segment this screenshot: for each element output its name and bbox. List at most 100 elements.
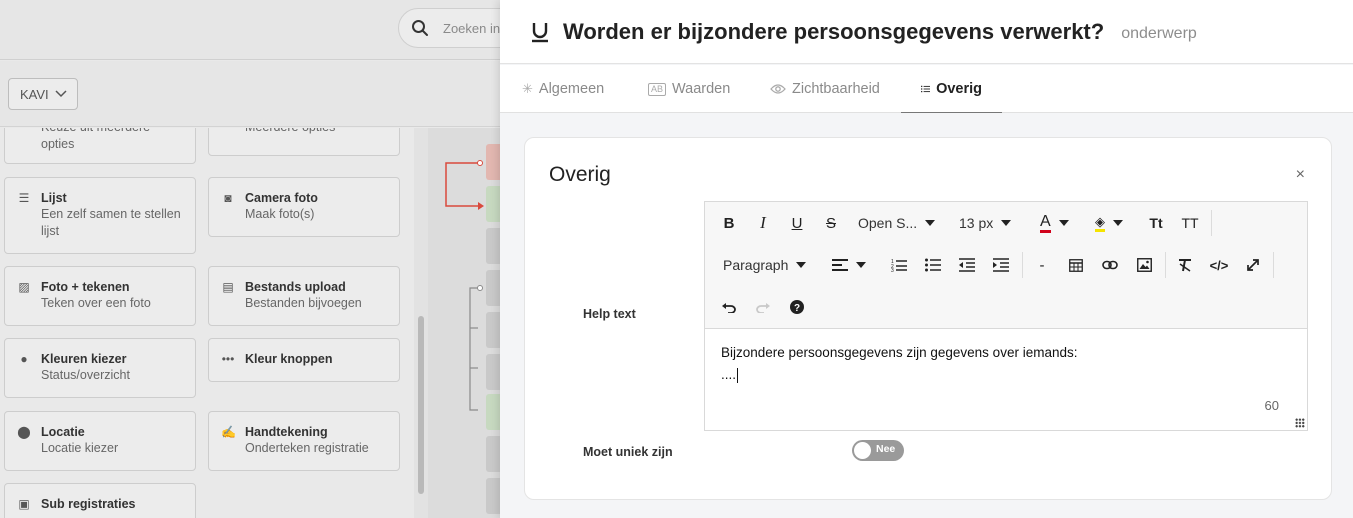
- palette-item-title: Lijst: [41, 191, 67, 205]
- panel-title: Worden er bijzondere persoonsgegevens ve…: [563, 18, 1105, 44]
- image-icon[interactable]: [1131, 252, 1157, 278]
- chevron-down-icon: [925, 220, 936, 226]
- palette-item-title: Locatie: [41, 425, 85, 439]
- palette-item-photo-draw[interactable]: ▨ Foto + tekenen Teken over een foto: [4, 266, 196, 326]
- flow-node[interactable]: [486, 478, 500, 514]
- tab-algemeen[interactable]: ✳ Algemeen: [502, 65, 624, 113]
- flow-node[interactable]: [486, 144, 500, 180]
- flow-node[interactable]: [486, 394, 500, 430]
- flow-node[interactable]: [486, 436, 500, 472]
- font-family-dropdown[interactable]: Open S...: [858, 210, 936, 236]
- palette-item-file-upload[interactable]: ▤ Bestands upload Bestanden bijvoegen: [208, 266, 400, 326]
- toolbar-separator: [1273, 252, 1274, 278]
- tab-waarden[interactable]: AB Waarden: [628, 65, 750, 113]
- underline-icon: [532, 22, 548, 42]
- palette-item-subtitle: Keuze uit meerdere opties: [41, 128, 150, 151]
- editor-content-line: ....: [721, 364, 1077, 386]
- clear-format-icon[interactable]: [1172, 252, 1198, 278]
- flow-node[interactable]: [486, 270, 500, 306]
- close-icon[interactable]: ×: [1296, 166, 1305, 184]
- svg-text:?: ?: [794, 303, 800, 314]
- link-icon[interactable]: [1097, 252, 1123, 278]
- chevron-down-icon: [1001, 220, 1012, 226]
- highlight-color-button[interactable]: ◈: [1095, 210, 1123, 236]
- code-view-icon[interactable]: </>: [1206, 252, 1232, 278]
- clipboard-icon: ▣: [18, 497, 30, 511]
- palette-item-multi-choice[interactable]: Meerdere opties: [208, 128, 400, 156]
- indent-icon[interactable]: [988, 252, 1014, 278]
- block-format-dropdown[interactable]: Paragraph: [723, 252, 807, 278]
- word-count: 60: [1264, 398, 1279, 413]
- horizontal-rule-label: -: [1039, 256, 1045, 274]
- overig-card: Overig × Help text B I U S Open S... 13 …: [524, 137, 1332, 500]
- editor-content[interactable]: Bijzondere persoonsgegevens zijn gegeven…: [721, 342, 1077, 386]
- palette-item-sub-registrations[interactable]: ▣ Sub registraties: [4, 483, 196, 518]
- tab-label: Waarden: [672, 81, 731, 97]
- text-color-button[interactable]: A: [1040, 210, 1069, 236]
- align-dropdown[interactable]: [832, 252, 866, 278]
- text-case-icon[interactable]: TT: [1177, 210, 1203, 236]
- palette-item-signature[interactable]: ✍ Handtekening Onderteken registratie: [208, 411, 400, 471]
- palette-item-subtitle: Maak foto(s): [245, 207, 315, 221]
- tab-label: Algemeen: [538, 81, 605, 97]
- flow-node[interactable]: [486, 228, 500, 264]
- editor-content-text: ....: [721, 367, 737, 382]
- horizontal-rule-button[interactable]: -: [1029, 252, 1055, 278]
- search-placeholder: Zoeken in: [443, 20, 501, 36]
- unique-toggle[interactable]: Nee: [852, 440, 904, 461]
- eye-icon: [770, 84, 786, 94]
- text-color-icon: A: [1040, 213, 1051, 233]
- palette-item-subtitle: Onderteken registratie: [245, 441, 369, 455]
- toggle-label: Nee: [876, 443, 896, 455]
- search-icon: [412, 20, 428, 36]
- redo-icon[interactable]: [750, 294, 776, 320]
- font-size-value: 13 px: [959, 215, 994, 231]
- dots-icon: •••: [221, 352, 235, 366]
- flow-node[interactable]: [486, 186, 500, 222]
- palette-item-camera-photo[interactable]: ◙ Camera foto Maak foto(s): [208, 177, 400, 237]
- kavi-filter-button[interactable]: KAVI: [8, 78, 78, 110]
- superscript-icon[interactable]: Tt: [1143, 210, 1169, 236]
- tab-zichtbaarheid[interactable]: Zichtbaarheid: [750, 65, 900, 113]
- underline-icon[interactable]: U: [784, 210, 810, 236]
- palette-item-list[interactable]: ☰ Lijst Een zelf samen te stellen lijst: [4, 177, 196, 254]
- chevron-down-icon: [856, 262, 866, 268]
- palette-item-subtitle: Bestanden bijvoegen: [245, 296, 362, 310]
- font-size-dropdown[interactable]: 13 px: [959, 210, 1012, 236]
- strikethrough-icon[interactable]: S: [818, 210, 844, 236]
- bold-icon[interactable]: B: [716, 210, 742, 236]
- table-icon[interactable]: [1063, 252, 1089, 278]
- toolbar-separator: [1211, 210, 1212, 236]
- palette-item-title: Bestands upload: [245, 280, 346, 294]
- list-icon: [921, 85, 931, 92]
- palette-item-location[interactable]: ⬤ Locatie Locatie kiezer: [4, 411, 196, 471]
- unique-label: Moet uniek zijn: [583, 445, 673, 459]
- tag-icon: AB: [648, 82, 667, 96]
- undo-icon[interactable]: [716, 294, 742, 320]
- bullet-list-icon[interactable]: [920, 252, 946, 278]
- palette-item-title: Handtekening: [245, 425, 328, 439]
- card-title: Overig: [549, 163, 611, 186]
- tab-overig[interactable]: Overig: [901, 65, 1002, 113]
- ordered-list-icon[interactable]: 123: [886, 252, 912, 278]
- fullscreen-icon[interactable]: [1240, 252, 1266, 278]
- palette-item-subtitle: Meerdere opties: [245, 128, 389, 136]
- flow-node[interactable]: [486, 312, 500, 348]
- chevron-down-icon: [55, 90, 67, 98]
- palette-item-title: Camera foto: [245, 191, 318, 205]
- palette-item-title: Kleur knoppen: [245, 352, 333, 366]
- palette-item-title: Sub registraties: [41, 497, 136, 511]
- palette-item-color-buttons[interactable]: ••• Kleur knoppen: [208, 338, 400, 382]
- palette-item-single-choice[interactable]: Keuze uit meerdere opties: [4, 128, 196, 164]
- italic-icon[interactable]: I: [750, 210, 776, 236]
- flow-node[interactable]: [486, 354, 500, 390]
- flow-canvas: [428, 128, 500, 518]
- palette-item-color-picker[interactable]: ● Kleuren kiezer Status/overzicht: [4, 338, 196, 398]
- resize-handle-icon[interactable]: [1295, 418, 1305, 428]
- palette-scrollbar-thumb[interactable]: [418, 316, 424, 494]
- image-icon: ▨: [18, 280, 30, 294]
- chevron-down-icon: [1058, 220, 1069, 226]
- outdent-icon[interactable]: [954, 252, 980, 278]
- help-icon[interactable]: ?: [784, 294, 810, 320]
- paint-bucket-icon: ◈: [1095, 214, 1105, 232]
